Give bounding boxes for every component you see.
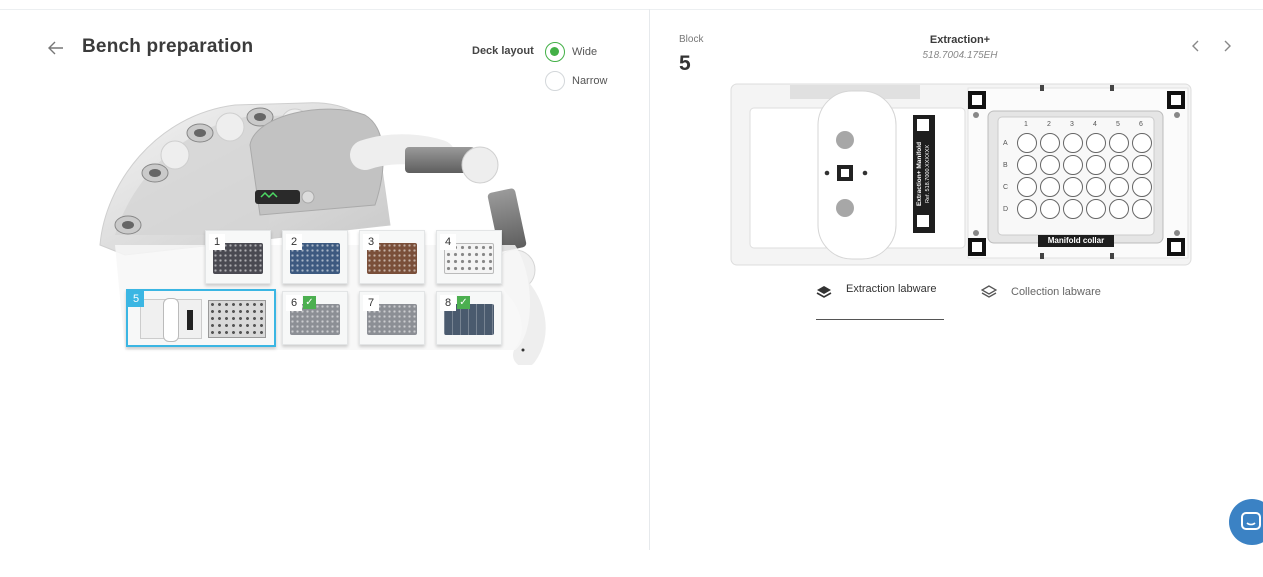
tab-collection-labware-label: Collection labware — [1011, 285, 1101, 298]
check-icon: ✓ — [457, 296, 470, 309]
well — [1109, 199, 1129, 219]
deck-slot-1[interactable]: 1 — [205, 230, 271, 284]
well — [1017, 199, 1037, 219]
side-label-title: Extraction+ Manifold — [916, 141, 924, 207]
tab-extraction-labware[interactable]: Extraction labware — [816, 283, 944, 320]
tab-collection-labware[interactable]: Collection labware — [981, 283, 1101, 300]
slot-number: 2 — [286, 234, 302, 250]
deck-slot-3[interactable]: 3 — [359, 230, 425, 284]
deck-layout-wide-option[interactable]: Wide — [545, 42, 597, 62]
next-block-button[interactable] — [1219, 38, 1235, 56]
well — [1109, 133, 1129, 153]
well — [1063, 199, 1083, 219]
slot-number: 1 — [209, 234, 225, 250]
well — [1063, 133, 1083, 153]
well — [1132, 133, 1152, 153]
tab-extraction-labware-label: Extraction labware — [846, 283, 937, 295]
block-label: Block — [679, 34, 704, 45]
deck-slot-4[interactable]: 4 — [436, 230, 502, 284]
column-label: 1 — [1024, 121, 1028, 128]
manifold-thumbnail — [208, 300, 266, 338]
well — [1063, 155, 1083, 175]
deck-map: 1 2 3 4 5 6 ✓ 7 8 ✓ — [95, 95, 550, 365]
chat-bubble-icon — [1241, 512, 1261, 530]
well — [1109, 155, 1129, 175]
row-label: D — [1003, 206, 1009, 213]
slot-number: 5 — [128, 291, 144, 307]
slot-number: 7 — [363, 295, 379, 311]
well — [1017, 133, 1037, 153]
deck-layout-label: Deck layout — [472, 45, 534, 57]
chevron-left-icon — [1192, 40, 1199, 52]
slot-number: 4 — [440, 234, 456, 250]
layers-outline-icon — [981, 285, 997, 298]
well — [1086, 199, 1106, 219]
slot-number: 8 — [440, 295, 456, 311]
back-button[interactable] — [44, 36, 68, 60]
well — [1017, 177, 1037, 197]
radio-narrow-label: Narrow — [572, 75, 608, 87]
well — [1132, 155, 1152, 175]
well — [1040, 199, 1060, 219]
check-icon: ✓ — [303, 296, 316, 309]
deck-slot-8[interactable]: 8 ✓ — [436, 291, 502, 345]
deck-slot-5[interactable]: 5 — [126, 289, 276, 347]
extraction-block-thumbnail — [140, 298, 202, 342]
deck-slot-2[interactable]: 2 — [282, 230, 348, 284]
column-label: 4 — [1093, 121, 1097, 128]
well — [1086, 177, 1106, 197]
deck-slot-7[interactable]: 7 — [359, 291, 425, 345]
radio-narrow[interactable] — [545, 71, 565, 91]
block-code: 518.7004.175EH — [922, 50, 998, 61]
page-title: Bench preparation — [82, 36, 254, 57]
block-detail-image: Extraction+ Manifold Ref. 518.7000.XXXXX… — [730, 83, 1192, 266]
well — [1063, 177, 1083, 197]
side-label-ref: Ref. 518.7000.XXXXXX — [925, 144, 932, 204]
well — [1086, 155, 1106, 175]
chat-button[interactable] — [1229, 499, 1263, 545]
layers-filled-icon — [816, 286, 832, 298]
well — [1132, 177, 1152, 197]
column-label: 2 — [1047, 121, 1051, 128]
top-border — [0, 9, 1263, 10]
column-label: 6 — [1139, 121, 1143, 128]
radio-wide-label: Wide — [572, 46, 598, 58]
well — [1040, 155, 1060, 175]
manifold-collar-label: Manifold collar — [1047, 236, 1105, 245]
previous-block-button[interactable] — [1188, 38, 1204, 56]
column-label: 3 — [1070, 121, 1074, 128]
panel-divider — [649, 9, 650, 550]
side-label-text: Extraction+ Manifold Ref. 518.7000.XXXXX… — [913, 115, 935, 233]
block-number: 5 — [679, 52, 691, 75]
row-label: A — [1003, 140, 1008, 147]
well — [1132, 199, 1152, 219]
row-label: C — [1003, 184, 1009, 191]
radio-wide[interactable] — [545, 42, 565, 62]
extraction-block-illustration — [730, 83, 1192, 266]
deck-layout-narrow-option[interactable]: Narrow — [545, 71, 607, 91]
column-label: 5 — [1116, 121, 1120, 128]
well — [1040, 177, 1060, 197]
block-name: Extraction+ — [929, 34, 991, 46]
well — [1040, 133, 1060, 153]
well — [1086, 133, 1106, 153]
slot-number: 3 — [363, 234, 379, 250]
row-label: B — [1003, 162, 1008, 169]
slot-number: 6 — [286, 295, 302, 311]
well — [1109, 177, 1129, 197]
deck-slot-6[interactable]: 6 ✓ — [282, 291, 348, 345]
chevron-right-icon — [1224, 40, 1231, 52]
arrow-left-icon — [48, 41, 63, 55]
well — [1017, 155, 1037, 175]
